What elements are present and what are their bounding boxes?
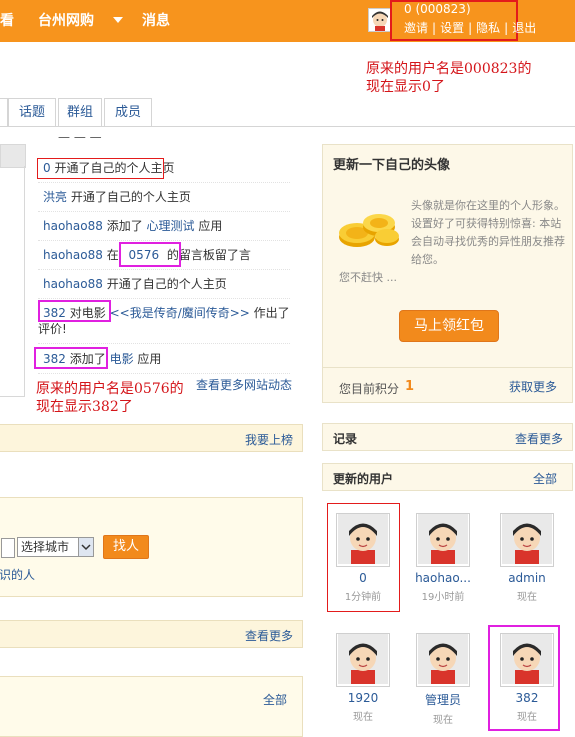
user-menu-links: 邀请 | 设置 | 隐私 | 退出: [404, 21, 537, 35]
feed-app-link[interactable]: 心理测试: [147, 219, 195, 233]
feed-text: 开通了自己的个人主页: [70, 190, 191, 204]
records-bar: 记录 查看更多: [322, 423, 573, 451]
feed-user-link[interactable]: haohao88: [43, 219, 103, 233]
all-link[interactable]: 全部: [263, 691, 287, 708]
find-people-button[interactable]: 找人: [103, 535, 149, 559]
updated-users-all-link[interactable]: 全部: [533, 470, 557, 487]
updated-users-title: 更新的用户: [333, 472, 394, 486]
feed-user-link[interactable]: haohao88: [43, 248, 103, 262]
tab-groups[interactable]: 群组: [58, 98, 102, 126]
view-more-link[interactable]: 查看更多: [245, 627, 293, 644]
feed-text: 在: [106, 248, 119, 262]
annotation-box-feed-user: [37, 158, 164, 179]
tab-partial[interactable]: [0, 98, 8, 126]
nav-site-link[interactable]: 台州网购: [38, 10, 94, 30]
nav-messages-link[interactable]: 消息: [142, 10, 170, 30]
chevron-down-icon[interactable]: [78, 538, 93, 556]
earn-more-link[interactable]: 获取更多: [509, 378, 557, 395]
avatar-panel-description-tail: 您不赶快 ...: [339, 271, 397, 284]
avatar-panel-description: 头像就是你在这里的个人形象。 设置好了可获得特别惊喜: 本站会自动寻找优秀的异性…: [411, 199, 565, 266]
user-avatar-icon[interactable]: [368, 8, 392, 32]
annotation-box-user-0: [327, 503, 400, 612]
divider: [323, 367, 572, 368]
tab-members[interactable]: 成员: [104, 98, 152, 126]
points-value: 1: [405, 379, 415, 394]
points-label: 您目前积分: [339, 382, 400, 396]
invite-link[interactable]: 邀请: [404, 21, 428, 35]
feed-movie-link[interactable]: <<我是传奇/魔间传奇>>: [110, 306, 250, 320]
feed-app-link[interactable]: 电影: [110, 352, 134, 366]
feed-view-more-link[interactable]: 查看更多网站动态: [196, 376, 292, 393]
user-last-active: 19小时前: [421, 592, 465, 603]
user-card[interactable]: 1920 现在: [328, 633, 398, 723]
annotation-line: 现在显示382了: [36, 399, 133, 415]
user-card[interactable]: admin 现在: [492, 513, 562, 603]
annotation-box-feed-user-382: [34, 347, 108, 369]
annotation-line: 原来的用户名是0576的: [36, 381, 184, 397]
tab-topics[interactable]: 话题: [8, 98, 56, 126]
user-last-active: 现在: [517, 592, 537, 603]
feed-row: haohao88 开通了自己的个人主页: [38, 276, 290, 299]
select-city[interactable]: 选择城市: [17, 537, 94, 557]
user-card[interactable]: 管理员 现在: [408, 633, 478, 726]
feed-text: 应用: [137, 352, 162, 366]
user-avatar-icon[interactable]: [336, 633, 390, 687]
annotation-box-feed-user-382: [38, 300, 111, 322]
feed-text: 应用: [198, 219, 223, 233]
annotation-note-middle: 原来的用户名是0576的 现在显示382了: [36, 380, 184, 416]
bottom-box: 全部: [0, 676, 303, 737]
user-avatar-icon[interactable]: [416, 633, 470, 687]
user-name-link[interactable]: haohao...: [408, 571, 478, 585]
feed-text: 添加了: [106, 219, 143, 233]
select-city-label: 选择城市: [21, 540, 70, 554]
gold-coins-icon: [337, 205, 401, 254]
annotation-box-feed-target: [119, 242, 181, 267]
feed-row-cut: — — —: [58, 130, 102, 144]
user-card[interactable]: haohao... 19小时前: [408, 513, 478, 603]
find-people-box: 选择城市 找人 识的人: [0, 497, 303, 597]
feed-user-link[interactable]: 洪亮: [43, 190, 67, 204]
feed-user-link[interactable]: haohao88: [43, 277, 103, 291]
left-panel-header: [0, 144, 26, 168]
tab-divider: [0, 126, 575, 127]
partial-link[interactable]: 识的人: [0, 566, 35, 583]
user-last-active: 现在: [353, 712, 373, 723]
user-avatar-icon[interactable]: [416, 513, 470, 567]
avatar-update-panel: 更新一下自己的头像 头像就是你在这里的个人形象。 设置好了可获得特别惊喜: 本站…: [322, 144, 573, 403]
records-more-link[interactable]: 查看更多: [515, 430, 563, 447]
feed-text: 开通了自己的个人主页: [106, 277, 227, 291]
records-title: 记录: [333, 432, 358, 446]
rank-link[interactable]: 我要上榜: [245, 431, 293, 448]
logout-link[interactable]: 退出: [512, 21, 536, 35]
user-name-link[interactable]: 1920: [328, 691, 398, 705]
nav-item-partial[interactable]: 看: [0, 10, 14, 30]
chevron-down-icon[interactable]: [113, 17, 123, 23]
annotation-note-top: 原来的用户名是000823的 现在显示0了: [366, 60, 531, 96]
current-username[interactable]: 0 (000823): [404, 2, 471, 16]
feed-row: haohao88 添加了 心理测试 应用: [38, 218, 290, 241]
left-panel: [0, 166, 25, 397]
privacy-link[interactable]: 隐私: [476, 21, 500, 35]
settings-link[interactable]: 设置: [440, 21, 464, 35]
annotation-line: 现在显示0了: [366, 79, 445, 95]
user-name-link[interactable]: admin: [492, 571, 562, 585]
user-last-active: 现在: [433, 715, 453, 726]
user-name-link[interactable]: 管理员: [408, 691, 478, 708]
annotation-line: 原来的用户名是000823的: [366, 61, 532, 77]
updated-users-bar: 更新的用户 全部: [322, 463, 573, 491]
select-partial[interactable]: [1, 538, 15, 558]
user-avatar-icon[interactable]: [500, 513, 554, 567]
claim-red-packet-button[interactable]: 马上领红包: [399, 310, 499, 342]
avatar-panel-title: 更新一下自己的头像: [333, 158, 451, 173]
ranking-bar: 我要上榜: [0, 424, 303, 452]
feed-row: 洪亮 开通了自己的个人主页: [38, 189, 290, 212]
annotation-box-user-382: [488, 625, 560, 731]
view-more-bar: 查看更多: [0, 620, 303, 648]
